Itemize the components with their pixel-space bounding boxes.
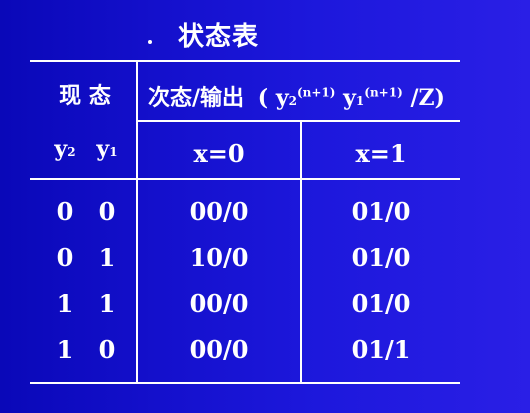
var-y2: y2 [54, 136, 76, 162]
row-y1: 1 [98, 243, 116, 272]
table-title: 状态表 [178, 22, 260, 52]
row-next-x1: 01/1 [351, 335, 411, 364]
expr-close: /Z) [410, 85, 445, 111]
input-x1-header: x=1 [355, 139, 407, 168]
row-y2: 0 [56, 197, 74, 226]
expr-y1: y1(n+1) [343, 85, 403, 111]
header-bottom-rule [30, 178, 460, 180]
expr-open-paren: ( [257, 85, 269, 111]
var-y1: y1 [96, 136, 118, 162]
next-output-label: 次态/输出 [148, 86, 245, 111]
row-next-x1: 01/0 [351, 197, 411, 226]
row-y1: 0 [98, 335, 116, 364]
top-rule [30, 60, 460, 62]
row-next-x1: 01/0 [351, 289, 411, 318]
row-y1: 1 [98, 289, 116, 318]
row-y2: 1 [56, 335, 74, 364]
next-state-output-header: 次态/输出 ( y2(n+1) y1(n+1) /Z) [148, 80, 445, 112]
row-y1: 0 [98, 197, 116, 226]
row-y2: 1 [56, 289, 74, 318]
row-next-x0: 00/0 [189, 289, 249, 318]
row-next-x0: 10/0 [189, 243, 249, 272]
input-x0-header: x=0 [193, 139, 245, 168]
bullet-dot [148, 40, 152, 44]
present-state-label: 现 态 [59, 84, 111, 109]
row-next-x1: 01/0 [351, 243, 411, 272]
slide: 状态表 现 态 次态/输出 ( y2(n+1) y1(n+1) /Z) y2 y… [0, 0, 530, 413]
expr-y2: y2(n+1) [275, 85, 336, 111]
bottom-rule [30, 382, 460, 384]
header-mid-rule [136, 120, 460, 122]
row-y2: 0 [56, 243, 74, 272]
row-next-x0: 00/0 [189, 335, 249, 364]
row-next-x0: 00/0 [189, 197, 249, 226]
